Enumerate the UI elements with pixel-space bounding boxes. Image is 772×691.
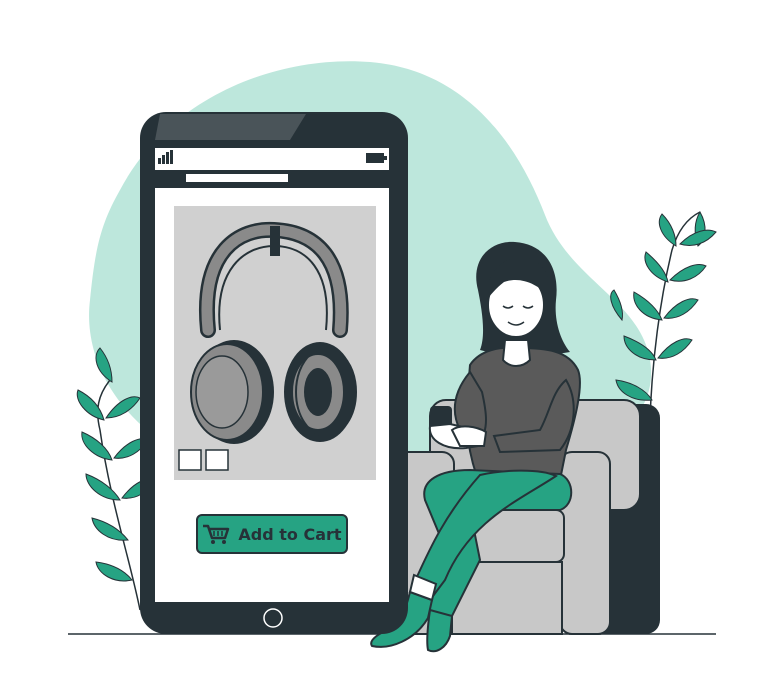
shopping-cart-icon [202, 523, 230, 545]
add-to-cart-button[interactable]: Add to Cart [196, 514, 348, 554]
thumbnail-1[interactable] [178, 449, 202, 471]
thumbnail-2[interactable] [205, 449, 229, 471]
phone-frame [140, 112, 408, 634]
illustration-scene [68, 61, 717, 653]
battery-icon [366, 153, 387, 163]
add-to-cart-label: Add to Cart [238, 524, 342, 544]
